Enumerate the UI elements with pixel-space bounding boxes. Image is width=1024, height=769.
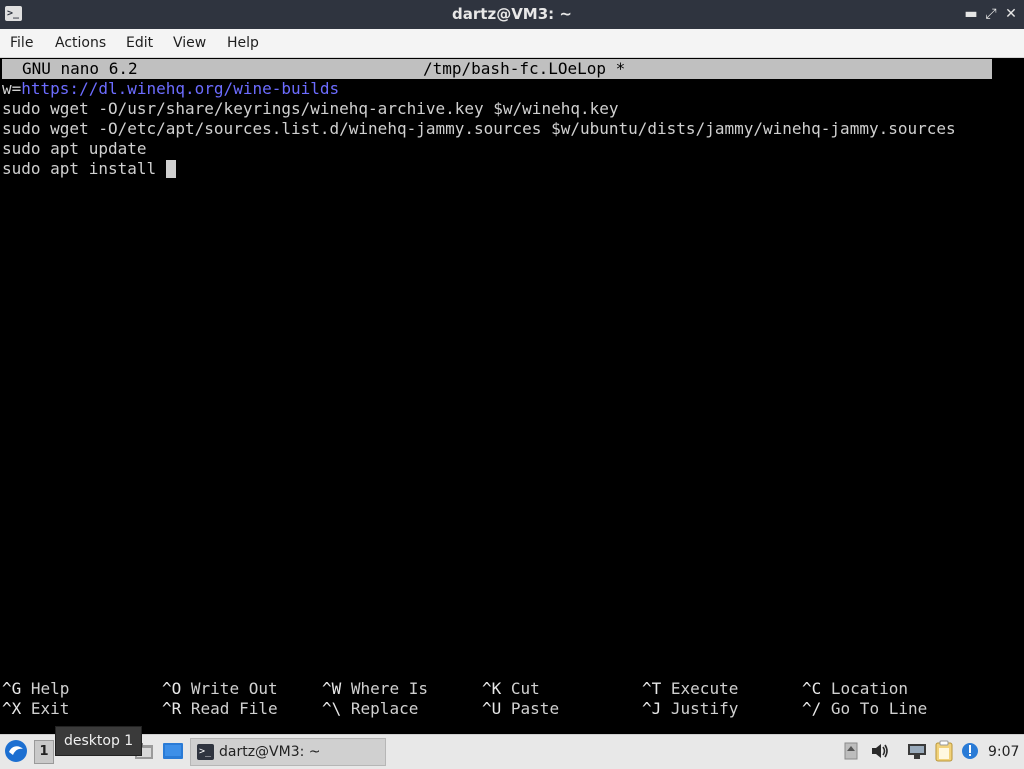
shortcut-label: Paste (510, 699, 560, 718)
shortcut-label: Write Out (190, 679, 278, 698)
shortcut-label: Go To Line (830, 699, 928, 718)
clipboard-icon[interactable] (934, 740, 954, 762)
shortcut-key: ^W (322, 679, 342, 698)
shortcut-help[interactable]: ^G Help (2, 679, 69, 699)
minimize-button[interactable]: ▬ (962, 5, 980, 23)
taskbar: 1 2 3 4 >_ dartz@VM3: ~ (0, 734, 1024, 769)
menu-file[interactable]: File (10, 29, 33, 57)
clock[interactable]: 9:07 (988, 735, 1019, 769)
shortcut-paste[interactable]: ^U Paste (482, 699, 559, 719)
shortcut-label: Location (830, 679, 908, 698)
shortcut-key: ^R (162, 699, 182, 718)
shortcut-label: Exit (30, 699, 70, 718)
editor-line-4[interactable]: sudo apt update (2, 139, 147, 159)
task-button-terminal[interactable]: >_ dartz@VM3: ~ (190, 738, 386, 766)
start-menu-icon[interactable] (4, 739, 28, 763)
shortcut-key: ^K (482, 679, 502, 698)
shortcut-label: Cut (510, 679, 540, 698)
shortcut-label: Read File (190, 699, 278, 718)
nano-version: GNU nano 6.2 (22, 59, 138, 78)
menu-bar: File Actions Edit View Help (0, 29, 1024, 58)
shortcut-justify[interactable]: ^J Justify (642, 699, 738, 719)
terminal-icon: >_ (197, 744, 214, 760)
line-prefix: w= (2, 79, 22, 98)
shortcut-label: Help (30, 679, 70, 698)
volume-icon[interactable] (870, 742, 890, 760)
shortcut-label: Justify (670, 699, 739, 718)
shortcut-where-is[interactable]: ^W Where Is (322, 679, 428, 699)
shortcut-execute[interactable]: ^T Execute (642, 679, 738, 699)
shortcut-exit[interactable]: ^X Exit (2, 699, 69, 719)
shortcut-key: ^T (642, 679, 662, 698)
editor-line-1[interactable]: w=https://dl.winehq.org/wine-builds (2, 79, 339, 99)
shortcut-key: ^G (2, 679, 22, 698)
shortcut-label: Replace (350, 699, 419, 718)
shortcut-key: ^C (802, 679, 822, 698)
editor-line-2[interactable]: sudo wget -O/usr/share/keyrings/winehq-a… (2, 99, 619, 119)
menu-help[interactable]: Help (227, 29, 259, 57)
shortcut-replace[interactable]: ^\ Replace (322, 699, 418, 719)
shortcut-key: ^/ (802, 699, 822, 718)
shortcut-key: ^J (642, 699, 662, 718)
shortcut-cut[interactable]: ^K Cut (482, 679, 540, 699)
line-text: sudo apt install (2, 159, 166, 178)
url-text: https://dl.winehq.org/wine-builds (21, 79, 340, 98)
nano-filename: /tmp/bash-fc.LOeLop * (423, 59, 626, 78)
shortcut-write-out[interactable]: ^O Write Out (162, 679, 278, 699)
text-cursor (165, 160, 176, 178)
maximize-button[interactable]: ⤢ (982, 5, 1000, 23)
window-titlebar[interactable]: >_ dartz@VM3: ~ ▬ ⤢ ✕ (0, 0, 1024, 29)
shortcut-key: ^O (162, 679, 182, 698)
menu-edit[interactable]: Edit (126, 29, 153, 57)
shortcut-label: Where Is (350, 679, 428, 698)
workspace-tooltip: desktop 1 (55, 726, 143, 756)
update-notifier-icon[interactable] (960, 741, 980, 761)
close-button[interactable]: ✕ (1002, 5, 1020, 23)
menu-actions[interactable]: Actions (55, 29, 106, 57)
shortcut-key: ^\ (322, 699, 342, 718)
window-title: dartz@VM3: ~ (452, 5, 572, 23)
shortcut-key: ^U (482, 699, 502, 718)
workspace-1[interactable]: 1 (34, 740, 54, 764)
shortcut-key: ^X (2, 699, 22, 718)
terminal-area[interactable]: GNU nano 6.2 /tmp/bash-fc.LOeLop * w=htt… (0, 58, 1024, 734)
menu-view[interactable]: View (173, 29, 206, 57)
upload-icon[interactable] (844, 742, 858, 760)
shortcut-read-file[interactable]: ^R Read File (162, 699, 278, 719)
network-icon[interactable] (906, 742, 928, 760)
shortcut-location[interactable]: ^C Location (802, 679, 908, 699)
shortcut-go-to-line[interactable]: ^/ Go To Line (802, 699, 927, 719)
task-title: dartz@VM3: ~ (219, 744, 321, 760)
shortcut-label: Execute (670, 679, 739, 698)
editor-line-3[interactable]: sudo wget -O/etc/apt/sources.list.d/wine… (2, 119, 956, 139)
nano-header-bar: GNU nano 6.2 /tmp/bash-fc.LOeLop * (2, 59, 992, 79)
show-desktop-icon[interactable] (162, 742, 184, 760)
editor-line-5[interactable]: sudo apt install (2, 159, 176, 179)
